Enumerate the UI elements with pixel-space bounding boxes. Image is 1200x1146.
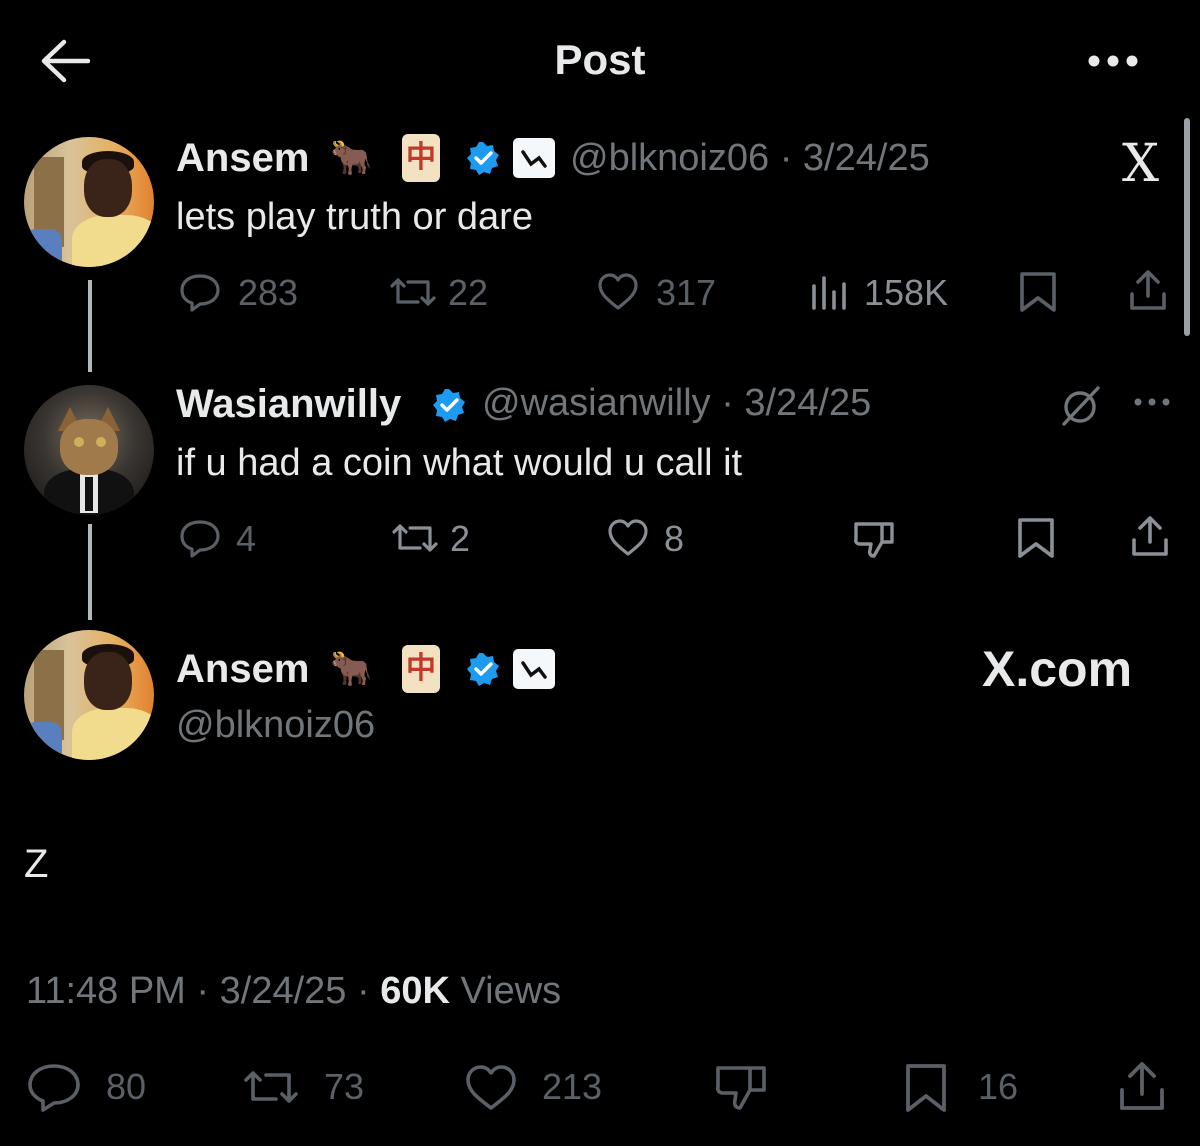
views-label: Views	[460, 970, 562, 1012]
mahjong-tile-emoji: 中	[402, 645, 440, 693]
avatar[interactable]	[24, 630, 154, 760]
x-logo-watermark: X	[1122, 134, 1160, 194]
author-handle[interactable]: @wasianwilly	[482, 382, 711, 424]
like-icon[interactable]	[596, 272, 640, 312]
bookmark-icon[interactable]	[902, 1062, 950, 1114]
reply-icon[interactable]	[178, 518, 222, 558]
bookmark-icon[interactable]	[1016, 270, 1060, 312]
post-meta: 11:48 PM · 3/24/25 · 60K Views	[26, 970, 562, 1012]
reply-count: 4	[236, 518, 257, 559]
share-icon[interactable]	[1126, 268, 1170, 310]
author-handle[interactable]: @blknoiz06	[570, 137, 769, 179]
post-text: lets play truth or dare	[176, 196, 533, 238]
reply-count: 80	[106, 1066, 147, 1107]
share-icon[interactable]	[1116, 1060, 1168, 1112]
verified-badge-icon	[466, 141, 500, 175]
post-time[interactable]: 11:48 PM	[26, 970, 186, 1012]
post-date[interactable]: 3/24/25	[744, 382, 871, 424]
avatar[interactable]	[24, 137, 154, 267]
repost-count: 2	[450, 518, 471, 559]
affiliate-badge-icon	[513, 138, 555, 178]
reply-icon[interactable]	[178, 272, 222, 312]
avatar[interactable]	[24, 385, 154, 515]
dislike-icon[interactable]	[852, 518, 896, 558]
like-count: 213	[542, 1066, 603, 1107]
grok-icon[interactable]	[1060, 384, 1104, 426]
dislike-icon[interactable]	[714, 1062, 768, 1114]
share-icon[interactable]	[1128, 514, 1172, 556]
repost-icon[interactable]	[386, 272, 440, 312]
more-options-icon[interactable]	[1132, 392, 1172, 412]
thread-line	[88, 280, 92, 372]
like-count: 8	[664, 518, 685, 559]
bull-emoji: 🐂	[330, 650, 373, 688]
site-watermark: X.com	[982, 641, 1133, 697]
bookmark-count: 16	[978, 1066, 1019, 1107]
repost-count: 73	[324, 1066, 365, 1107]
page-title: Post	[554, 36, 646, 83]
verified-badge-icon	[466, 652, 500, 686]
mahjong-tile-emoji: 中	[402, 134, 440, 182]
post-date[interactable]: 3/24/25	[803, 137, 930, 179]
post-text: if u had a coin what would u call it	[176, 442, 743, 484]
views-icon[interactable]	[806, 272, 850, 312]
more-options-icon[interactable]	[1086, 50, 1140, 72]
like-icon[interactable]	[464, 1064, 518, 1112]
thread-line	[88, 524, 92, 620]
like-icon[interactable]	[606, 518, 650, 558]
reply-count: 283	[238, 272, 299, 313]
post-date[interactable]: 3/24/25	[220, 970, 347, 1012]
author-name[interactable]: Wasianwilly	[176, 382, 401, 427]
repost-count: 22	[448, 272, 489, 313]
views-count: 60K	[380, 970, 450, 1012]
verified-badge-icon	[432, 388, 466, 422]
scrollbar[interactable]	[1184, 118, 1190, 336]
affiliate-badge-icon	[513, 649, 555, 689]
repost-icon[interactable]	[388, 518, 442, 558]
reply-icon[interactable]	[26, 1062, 82, 1112]
views-count: 158K	[864, 272, 949, 313]
repost-icon[interactable]	[240, 1064, 302, 1110]
post-text: Z	[24, 842, 49, 886]
author-handle[interactable]: @blknoiz06	[176, 704, 375, 747]
like-count: 317	[656, 272, 717, 313]
bookmark-icon[interactable]	[1014, 516, 1058, 558]
author-name[interactable]: Ansem	[176, 136, 309, 181]
bull-emoji: 🐂	[330, 139, 373, 177]
author-name[interactable]: Ansem	[176, 647, 309, 692]
